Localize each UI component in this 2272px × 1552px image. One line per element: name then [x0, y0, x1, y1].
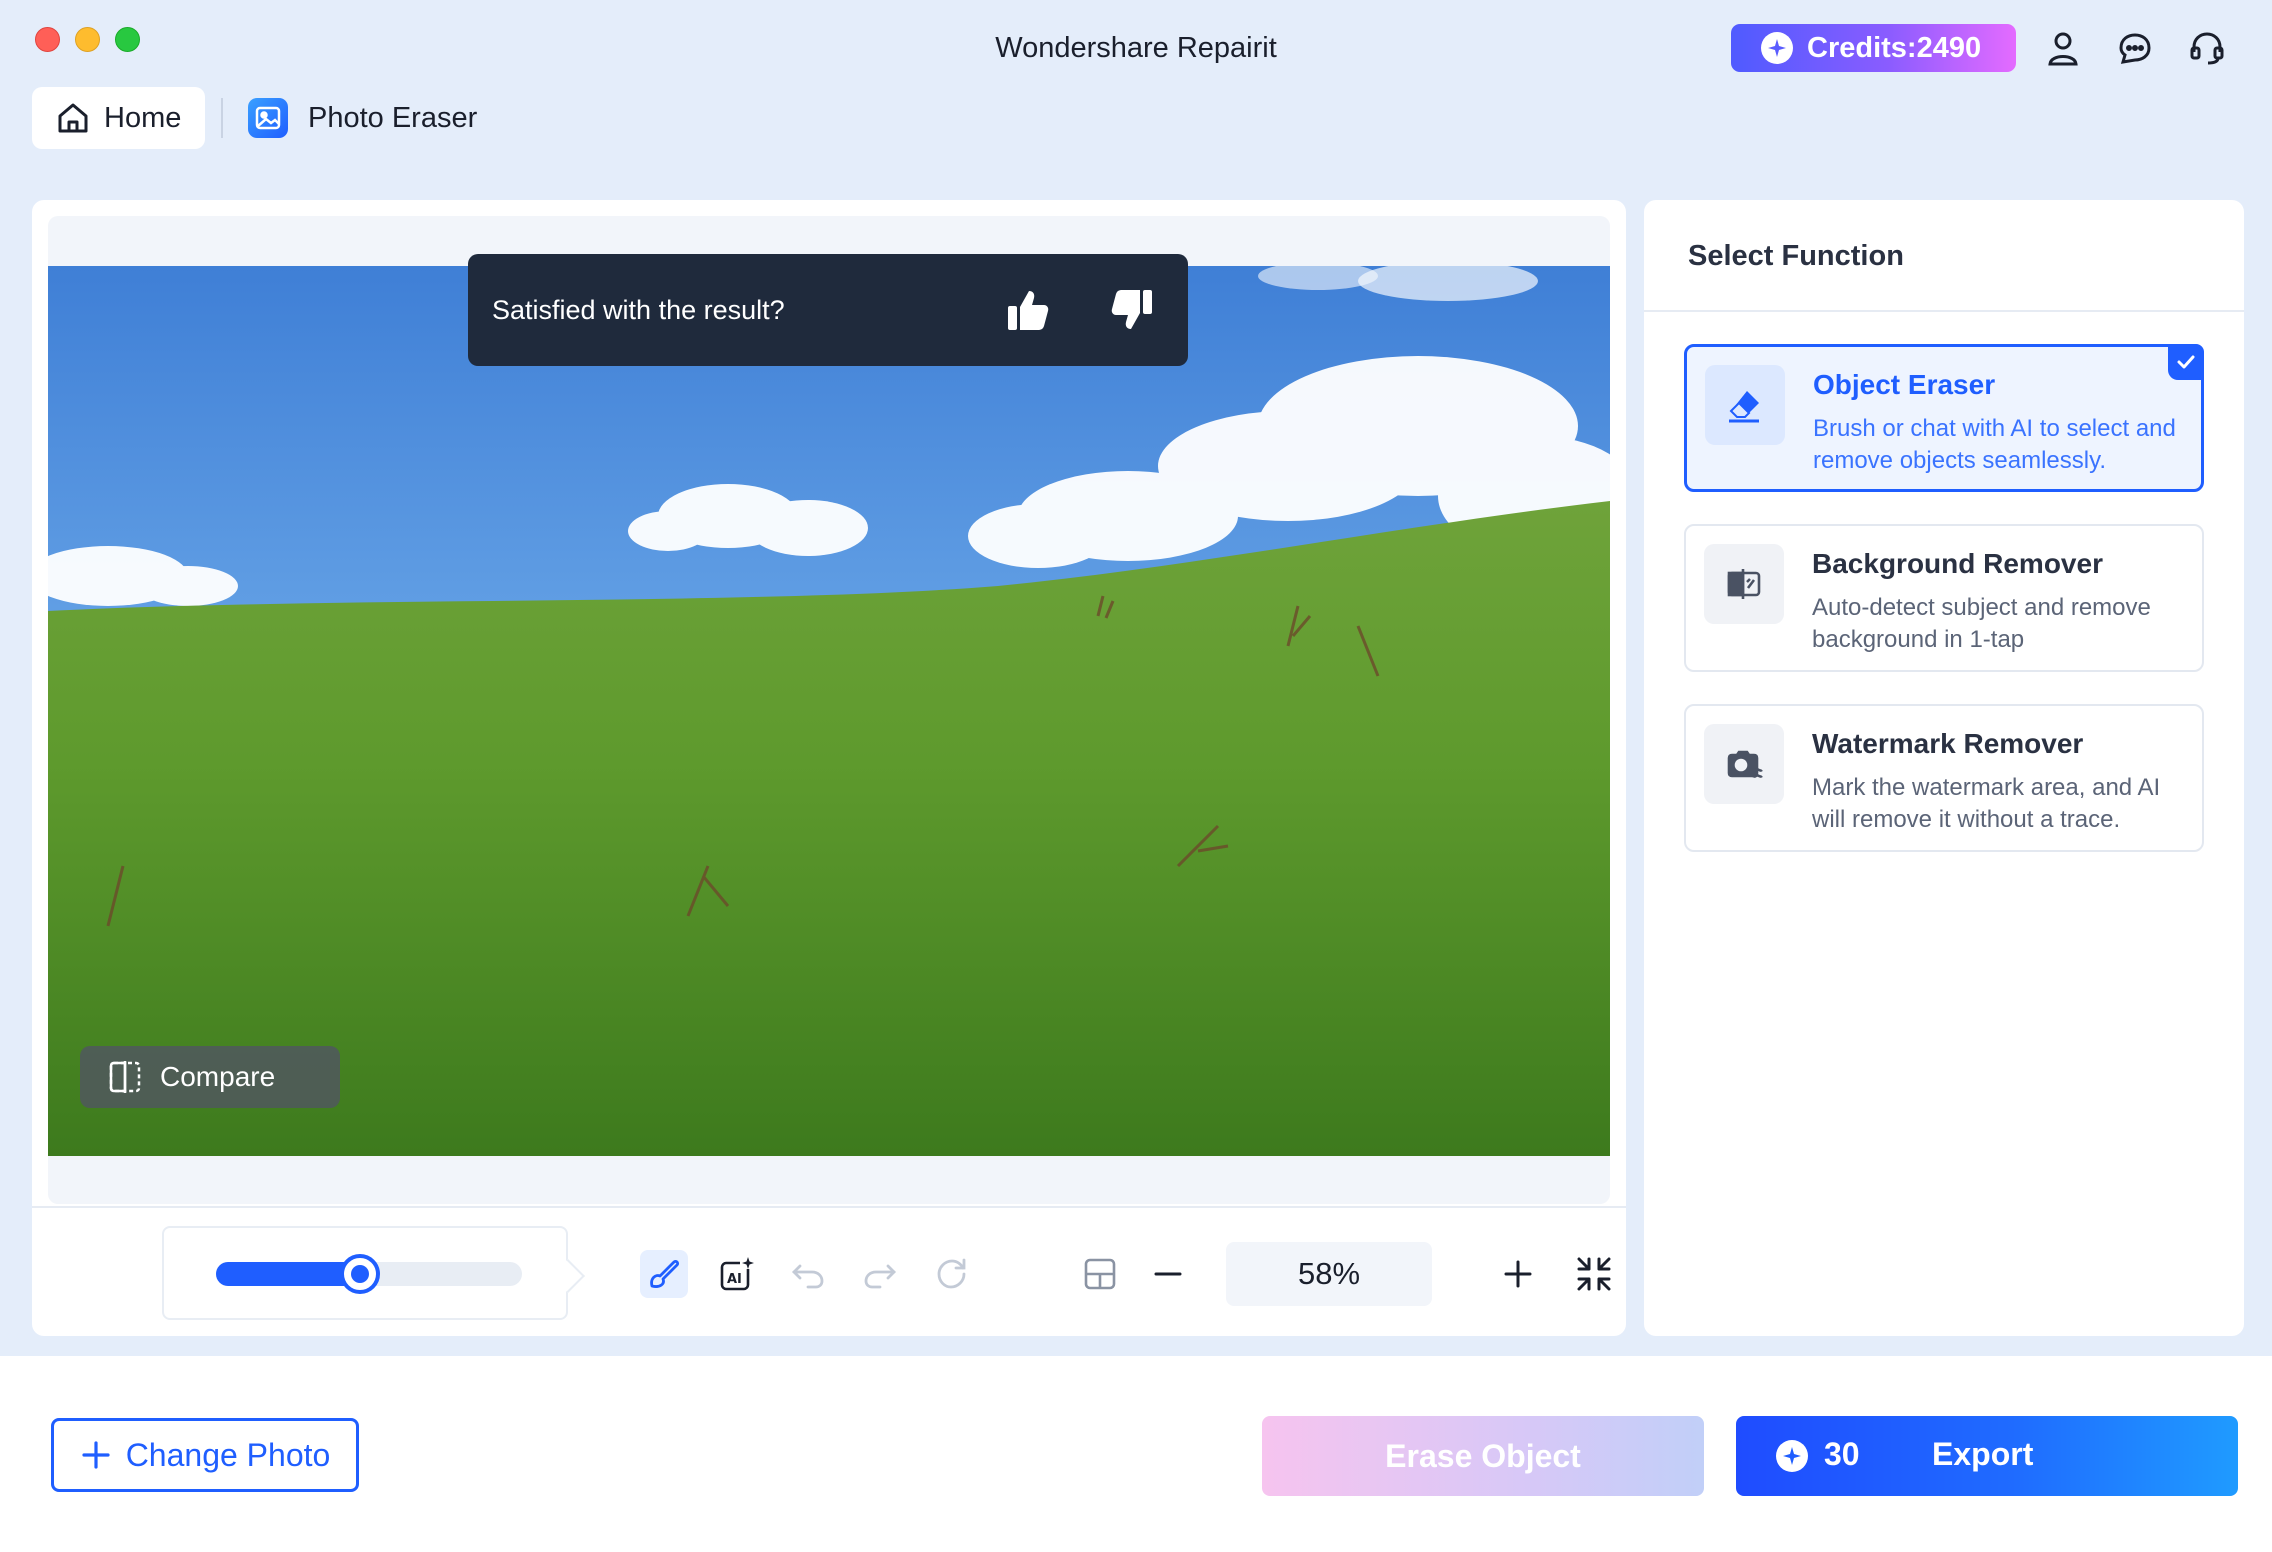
- canvas-area[interactable]: Satisfied with the result? Compare: [48, 216, 1610, 1204]
- feedback-prompt: Satisfied with the result?: [468, 254, 1188, 366]
- brush-icon: [650, 1259, 680, 1288]
- export-button[interactable]: 30 Export: [1736, 1416, 2238, 1496]
- brush-size-panel: [162, 1226, 568, 1320]
- undo-button[interactable]: [784, 1250, 832, 1298]
- account-icon[interactable]: [2043, 28, 2083, 68]
- reset-icon: [937, 1258, 966, 1289]
- editing-toolbar: AI 58%: [32, 1206, 1626, 1336]
- watermark-remove-icon: [1704, 724, 1784, 804]
- erase-object-label: Erase Object: [1385, 1437, 1581, 1474]
- function-panel: Select Function Object Eraser Brush or c…: [1644, 200, 2244, 1336]
- photo-app-icon: [248, 98, 288, 138]
- svg-text:AI: AI: [727, 1272, 742, 1287]
- home-tab[interactable]: Home: [32, 87, 205, 149]
- home-label: Home: [104, 101, 182, 134]
- compare-label: Compare: [160, 1061, 276, 1092]
- reset-button[interactable]: [928, 1250, 976, 1298]
- zoom-in-button[interactable]: [1494, 1250, 1542, 1298]
- bottom-action-bar: Change Photo Erase Object 30 Export: [0, 1356, 2272, 1552]
- ai-select-icon: AI: [720, 1257, 754, 1291]
- zoom-level: 58%: [1226, 1242, 1432, 1306]
- credits-button[interactable]: Credits:2490: [1731, 24, 2016, 72]
- undo-icon: [792, 1264, 824, 1289]
- plus-icon: [82, 1441, 110, 1469]
- brush-tool-button[interactable]: [640, 1250, 688, 1298]
- background-remove-icon: [1704, 544, 1784, 624]
- function-name: Watermark Remover: [1812, 728, 2084, 759]
- brush-size-slider[interactable]: [216, 1254, 522, 1294]
- function-description: Auto-detect subject and remove backgroun…: [1812, 594, 2151, 653]
- thumbs-down-icon[interactable]: [1108, 286, 1156, 334]
- object-eraser-card[interactable]: Object Eraser Brush or chat with AI to s…: [1684, 344, 2204, 492]
- function-name: Object Eraser: [1813, 369, 1996, 400]
- brush-size-handle[interactable]: [339, 1254, 380, 1294]
- checkmark-icon: [2168, 344, 2204, 380]
- compare-button[interactable]: Compare: [80, 1046, 340, 1108]
- split-view-button[interactable]: [1076, 1250, 1124, 1298]
- function-description: Mark the watermark area, and AI will rem…: [1812, 774, 2161, 833]
- function-name: Background Remover: [1812, 548, 2103, 579]
- split-view-icon: [1084, 1258, 1116, 1290]
- chat-icon[interactable]: [2115, 28, 2155, 68]
- fit-screen-button[interactable]: [1570, 1250, 1618, 1298]
- photo-eraser-label: Photo Eraser: [308, 101, 478, 134]
- background-remover-card[interactable]: Background Remover Auto-detect subject a…: [1684, 524, 2204, 672]
- eraser-icon: [1705, 365, 1785, 445]
- brush-size-fill: [216, 1262, 360, 1286]
- photo-preview[interactable]: [48, 266, 1610, 1156]
- thumbs-up-icon[interactable]: [1004, 286, 1052, 334]
- canvas-panel: Satisfied with the result? Compare AI 58…: [32, 200, 1626, 1336]
- erase-object-button[interactable]: Erase Object: [1262, 1416, 1704, 1496]
- home-icon: [58, 103, 88, 133]
- compare-icon: [109, 1061, 141, 1093]
- photo-eraser-tab[interactable]: Photo Eraser: [248, 96, 477, 140]
- plus-icon: [1504, 1260, 1532, 1288]
- change-photo-label: Change Photo: [125, 1436, 331, 1473]
- credits-label: Credits:2490: [1807, 31, 1982, 64]
- redo-icon: [864, 1264, 896, 1289]
- function-description: Brush or chat with AI to select and remo…: [1813, 415, 2176, 474]
- watermark-remover-card[interactable]: Watermark Remover Mark the watermark are…: [1684, 704, 2204, 852]
- redo-button[interactable]: [856, 1250, 904, 1298]
- headset-support-icon[interactable]: [2187, 28, 2227, 68]
- title-bar: Wondershare Repairit Credits:2490: [0, 0, 2272, 100]
- minus-icon: [1154, 1272, 1182, 1276]
- change-photo-button[interactable]: Change Photo: [51, 1418, 359, 1492]
- nav-divider: [221, 98, 223, 138]
- feedback-question: Satisfied with the result?: [492, 294, 785, 325]
- collapse-icon: [1577, 1257, 1611, 1291]
- ai-select-tool-button[interactable]: AI: [713, 1250, 761, 1298]
- panel-divider: [1644, 310, 2244, 312]
- export-cost: 30: [1824, 1436, 1860, 1472]
- zoom-out-button[interactable]: [1144, 1250, 1192, 1298]
- function-panel-title: Select Function: [1688, 240, 1904, 272]
- sparkle-icon: [1761, 32, 1793, 64]
- sparkle-icon: [1776, 1440, 1808, 1472]
- export-label: Export: [1932, 1436, 2034, 1472]
